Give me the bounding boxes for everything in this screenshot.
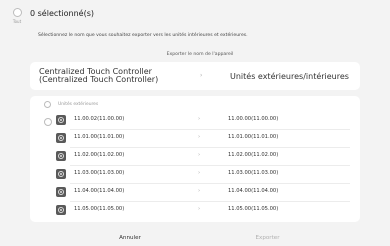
select-all-checkbox[interactable]: Tout [8, 8, 26, 28]
list-item[interactable]: 11.00.02(11.00.00) › 11.00.00(11.00.00) [30, 112, 360, 130]
row-select-radio-icon[interactable] [44, 118, 52, 126]
export-name-heading: Exporter le nom de l'appareil [166, 52, 234, 57]
chevron-right-icon: › [198, 170, 201, 176]
list-item[interactable]: 11.04.00(11.04.00) › 11.04.00(11.04.00) [30, 184, 360, 202]
chevron-right-icon: › [198, 116, 201, 122]
unit-target-name: 11.01.00(11.01.00) [228, 134, 279, 140]
indoor-unit-icon [56, 187, 66, 197]
list-item[interactable]: 11.03.00(11.03.00) › 11.03.00(11.03.00) [30, 166, 360, 184]
header-row: Centralized Touch Controller (Centralize… [30, 62, 360, 90]
chevron-right-icon: › [198, 206, 201, 212]
indoor-unit-icon [56, 169, 66, 179]
chevron-right-icon: › [200, 72, 203, 79]
chevron-right-icon: › [198, 152, 201, 158]
selection-count-title: 0 sélectionné(s) [30, 9, 94, 18]
footer-actions: Annuler Exporter [0, 232, 390, 246]
cancel-button[interactable]: Annuler [110, 235, 150, 241]
indoor-unit-icon [56, 205, 66, 215]
header-target-units: Unités extérieures/intérieures [230, 72, 349, 81]
unit-list[interactable]: Unités extérieures 11.00.02(11.00.00) › … [30, 96, 360, 222]
unit-target-name: 11.03.00(11.03.00) [228, 170, 279, 176]
unit-target-name: 11.02.00(11.02.00) [228, 152, 279, 158]
unit-source-name: 11.00.02(11.00.00) [74, 116, 125, 122]
chevron-right-icon: › [198, 134, 201, 140]
unit-target-name: 11.04.00(11.04.00) [228, 188, 279, 194]
list-item[interactable]: 11.05.00(11.05.00) › 11.05.00(11.05.00) [30, 202, 360, 220]
indoor-unit-icon [56, 133, 66, 143]
unit-target-name: 11.00.00(11.00.00) [228, 116, 279, 122]
select-all-label: Tout [12, 19, 22, 24]
list-item[interactable]: 11.02.00(11.02.00) › 11.02.00(11.02.00) [30, 148, 360, 166]
indoor-unit-icon [56, 151, 66, 161]
unit-source-name: 11.01.00(11.01.00) [74, 134, 125, 140]
group-label: Unités extérieures [58, 102, 99, 107]
select-all-radio-icon[interactable] [12, 8, 22, 17]
unit-source-name: 11.04.00(11.04.00) [74, 188, 125, 194]
group-outdoor-units[interactable]: Unités extérieures [30, 100, 360, 110]
group-select-radio-icon[interactable] [44, 101, 51, 108]
unit-source-name: 11.03.00(11.03.00) [74, 170, 125, 176]
indoor-unit-icon [56, 115, 66, 125]
unit-source-name: 11.05.00(11.05.00) [74, 206, 125, 212]
unit-target-name: 11.05.00(11.05.00) [228, 206, 279, 212]
instruction-text: Sélectionnez le nom que vous souhaitez e… [38, 33, 248, 38]
chevron-right-icon: › [198, 188, 201, 194]
list-item[interactable]: 11.01.00(11.01.00) › 11.01.00(11.01.00) [30, 130, 360, 148]
unit-source-name: 11.02.00(11.02.00) [74, 152, 125, 158]
top-bar: Tout 0 sélectionné(s) [0, 0, 390, 30]
header-source-device: Centralized Touch Controller (Centralize… [39, 67, 159, 84]
export-button[interactable]: Exporter [245, 235, 290, 241]
